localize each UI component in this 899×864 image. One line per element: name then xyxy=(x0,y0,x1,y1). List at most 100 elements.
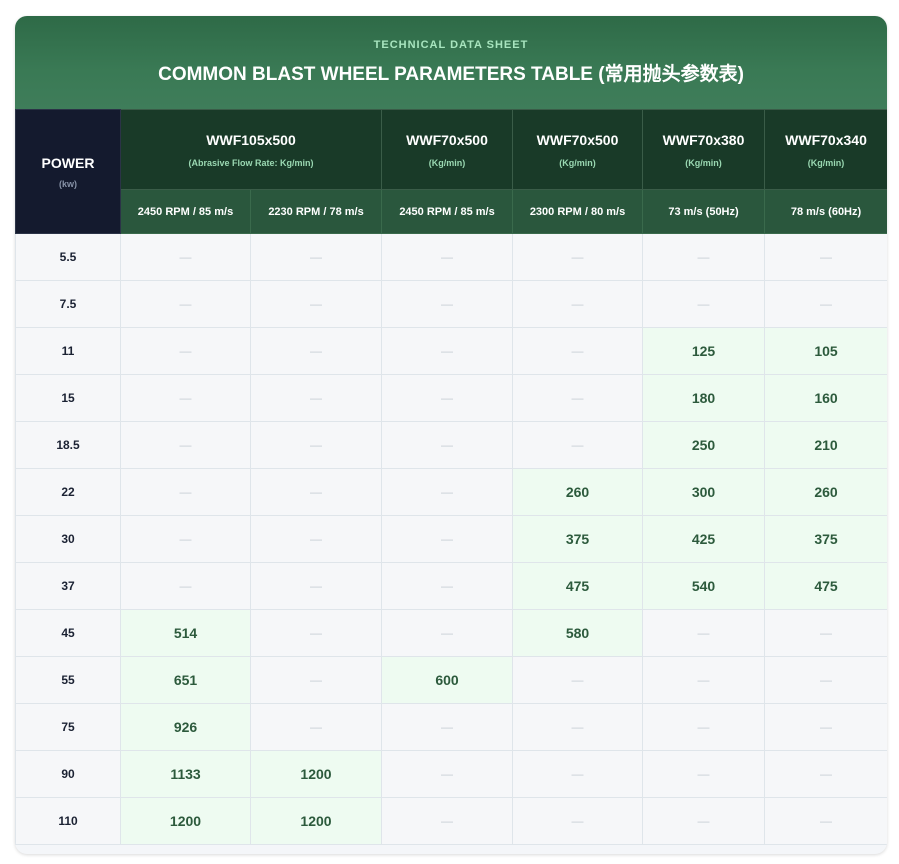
flow-rate-cell: — xyxy=(381,703,514,751)
table-row: 45 514— —580— — xyxy=(15,609,887,657)
parameters-table: POWER (kw) WWF105x500 (Abrasive Flow Rat… xyxy=(15,109,887,845)
flow-rate-cell: — xyxy=(120,421,251,469)
flow-rate-cell: — xyxy=(120,374,251,422)
flow-rate-cell: 375 xyxy=(512,515,644,563)
flow-rate-cell: 926 xyxy=(120,703,251,751)
model-name: WWF70x500 xyxy=(406,131,488,148)
table-row: 75 926— — — — — xyxy=(15,703,887,751)
model-header-wwf105x500: WWF105x500 (Abrasive Flow Rate: Kg/min) xyxy=(119,109,383,190)
table-row: 110 1200 1200— — — — xyxy=(15,797,887,845)
model-name: WWF70x340 xyxy=(785,131,867,148)
flow-rate-cell: — xyxy=(512,327,644,375)
flow-rate-cell: — xyxy=(764,609,887,657)
flow-rate-cell: — xyxy=(381,468,514,516)
flow-rate-cell: — xyxy=(249,280,383,328)
model-header-wwf70x380: WWF70x380 (Kg/min) xyxy=(642,109,766,190)
flow-rate-cell: — xyxy=(120,562,251,610)
flow-rate-cell: 580 xyxy=(512,609,644,657)
flow-rate-cell: 125 xyxy=(642,327,766,375)
flow-rate-cell: — xyxy=(249,233,383,281)
flow-rate-cell: — xyxy=(120,327,251,375)
table-row: 5.5— — — — — — xyxy=(15,233,887,281)
flow-rate-cell: — xyxy=(642,656,766,704)
flow-rate-cell: 651 xyxy=(120,656,251,704)
model-unit: (Kg/min) xyxy=(559,157,596,168)
power-cell: 18.5 xyxy=(15,421,121,469)
flow-rate-cell: 1200 xyxy=(249,750,383,798)
flow-rate-cell: 514 xyxy=(120,609,251,657)
table-row: 15— — — —180 160 xyxy=(15,374,887,422)
flow-rate-cell: — xyxy=(764,750,887,798)
flow-rate-cell: — xyxy=(381,797,514,845)
power-cell: 90 xyxy=(15,750,121,798)
speed-header: 2450 RPM / 85 m/s xyxy=(381,189,514,234)
flow-rate-cell: — xyxy=(381,280,514,328)
flow-rate-cell: 1200 xyxy=(120,797,251,845)
flow-rate-cell: — xyxy=(120,280,251,328)
model-name: WWF105x500 xyxy=(206,131,296,148)
table-row: 11— — — —125 105 xyxy=(15,327,887,375)
flow-rate-cell: — xyxy=(381,750,514,798)
flow-rate-cell: — xyxy=(512,280,644,328)
flow-rate-cell: 260 xyxy=(512,468,644,516)
speed-header: 2300 RPM / 80 m/s xyxy=(512,189,644,234)
flow-rate-cell: — xyxy=(120,468,251,516)
power-cell: 30 xyxy=(15,515,121,563)
power-unit: (kw) xyxy=(59,178,77,189)
power-cell: 7.5 xyxy=(15,280,121,328)
sheet-title: COMMON BLAST WHEEL PARAMETERS TABLE (常用抛… xyxy=(158,64,744,85)
table-row: 7.5— — — — — — xyxy=(15,280,887,328)
flow-rate-cell: — xyxy=(120,233,251,281)
model-header-wwf70x340: WWF70x340 (Kg/min) xyxy=(764,109,887,190)
power-column-header: POWER (kw) xyxy=(15,109,121,234)
flow-rate-cell: 160 xyxy=(764,374,887,422)
flow-rate-cell: — xyxy=(249,468,383,516)
flow-rate-cell: — xyxy=(249,421,383,469)
flow-rate-cell: 1133 xyxy=(120,750,251,798)
flow-rate-cell: — xyxy=(381,562,514,610)
flow-rate-cell: — xyxy=(512,750,644,798)
sheet-subtitle: TECHNICAL DATA SHEET xyxy=(373,39,529,51)
flow-rate-cell: 105 xyxy=(764,327,887,375)
speed-header: 2230 RPM / 78 m/s xyxy=(249,189,383,234)
flow-rate-cell: — xyxy=(764,280,887,328)
flow-rate-cell: — xyxy=(642,609,766,657)
table-row: 22— — —260 300 260 xyxy=(15,468,887,516)
flow-rate-cell: 475 xyxy=(512,562,644,610)
flow-rate-cell: — xyxy=(642,797,766,845)
power-cell: 5.5 xyxy=(15,233,121,281)
flow-rate-cell: 425 xyxy=(642,515,766,563)
model-unit: (Abrasive Flow Rate: Kg/min) xyxy=(188,157,314,168)
model-name: WWF70x380 xyxy=(662,131,745,148)
flow-rate-cell: — xyxy=(512,421,644,469)
speed-header: 2450 RPM / 85 m/s xyxy=(120,189,251,234)
flow-rate-cell: — xyxy=(642,750,766,798)
flow-rate-cell: — xyxy=(512,374,644,422)
flow-rate-cell: 300 xyxy=(642,468,766,516)
flow-rate-cell: — xyxy=(381,233,514,281)
flow-rate-cell: — xyxy=(249,374,383,422)
flow-rate-cell: — xyxy=(764,703,887,751)
flow-rate-cell: — xyxy=(249,515,383,563)
flow-rate-cell: — xyxy=(120,515,251,563)
power-cell: 75 xyxy=(15,703,121,751)
speed-header: 78 m/s (60Hz) xyxy=(764,189,887,234)
power-cell: 110 xyxy=(15,797,121,845)
flow-rate-cell: — xyxy=(764,797,887,845)
table-row: 18.5— — — —250 210 xyxy=(15,421,887,469)
flow-rate-cell: — xyxy=(381,374,514,422)
flow-rate-cell: — xyxy=(512,797,644,845)
flow-rate-cell: — xyxy=(381,515,514,563)
model-unit: (Kg/min) xyxy=(807,157,845,168)
model-header-wwf70x500-a: WWF70x500 (Kg/min) xyxy=(381,109,514,190)
model-unit: (Kg/min) xyxy=(685,157,722,168)
flow-rate-cell: 250 xyxy=(642,421,766,469)
power-label: POWER xyxy=(41,154,95,171)
flow-rate-cell: — xyxy=(249,609,383,657)
flow-rate-cell: — xyxy=(512,656,644,704)
flow-rate-cell: — xyxy=(764,233,887,281)
flow-rate-cell: — xyxy=(512,233,644,281)
speed-header: 73 m/s (50Hz) xyxy=(642,189,766,234)
table-row: 37— — —475 540 475 xyxy=(15,562,887,610)
flow-rate-cell: 375 xyxy=(764,515,887,563)
